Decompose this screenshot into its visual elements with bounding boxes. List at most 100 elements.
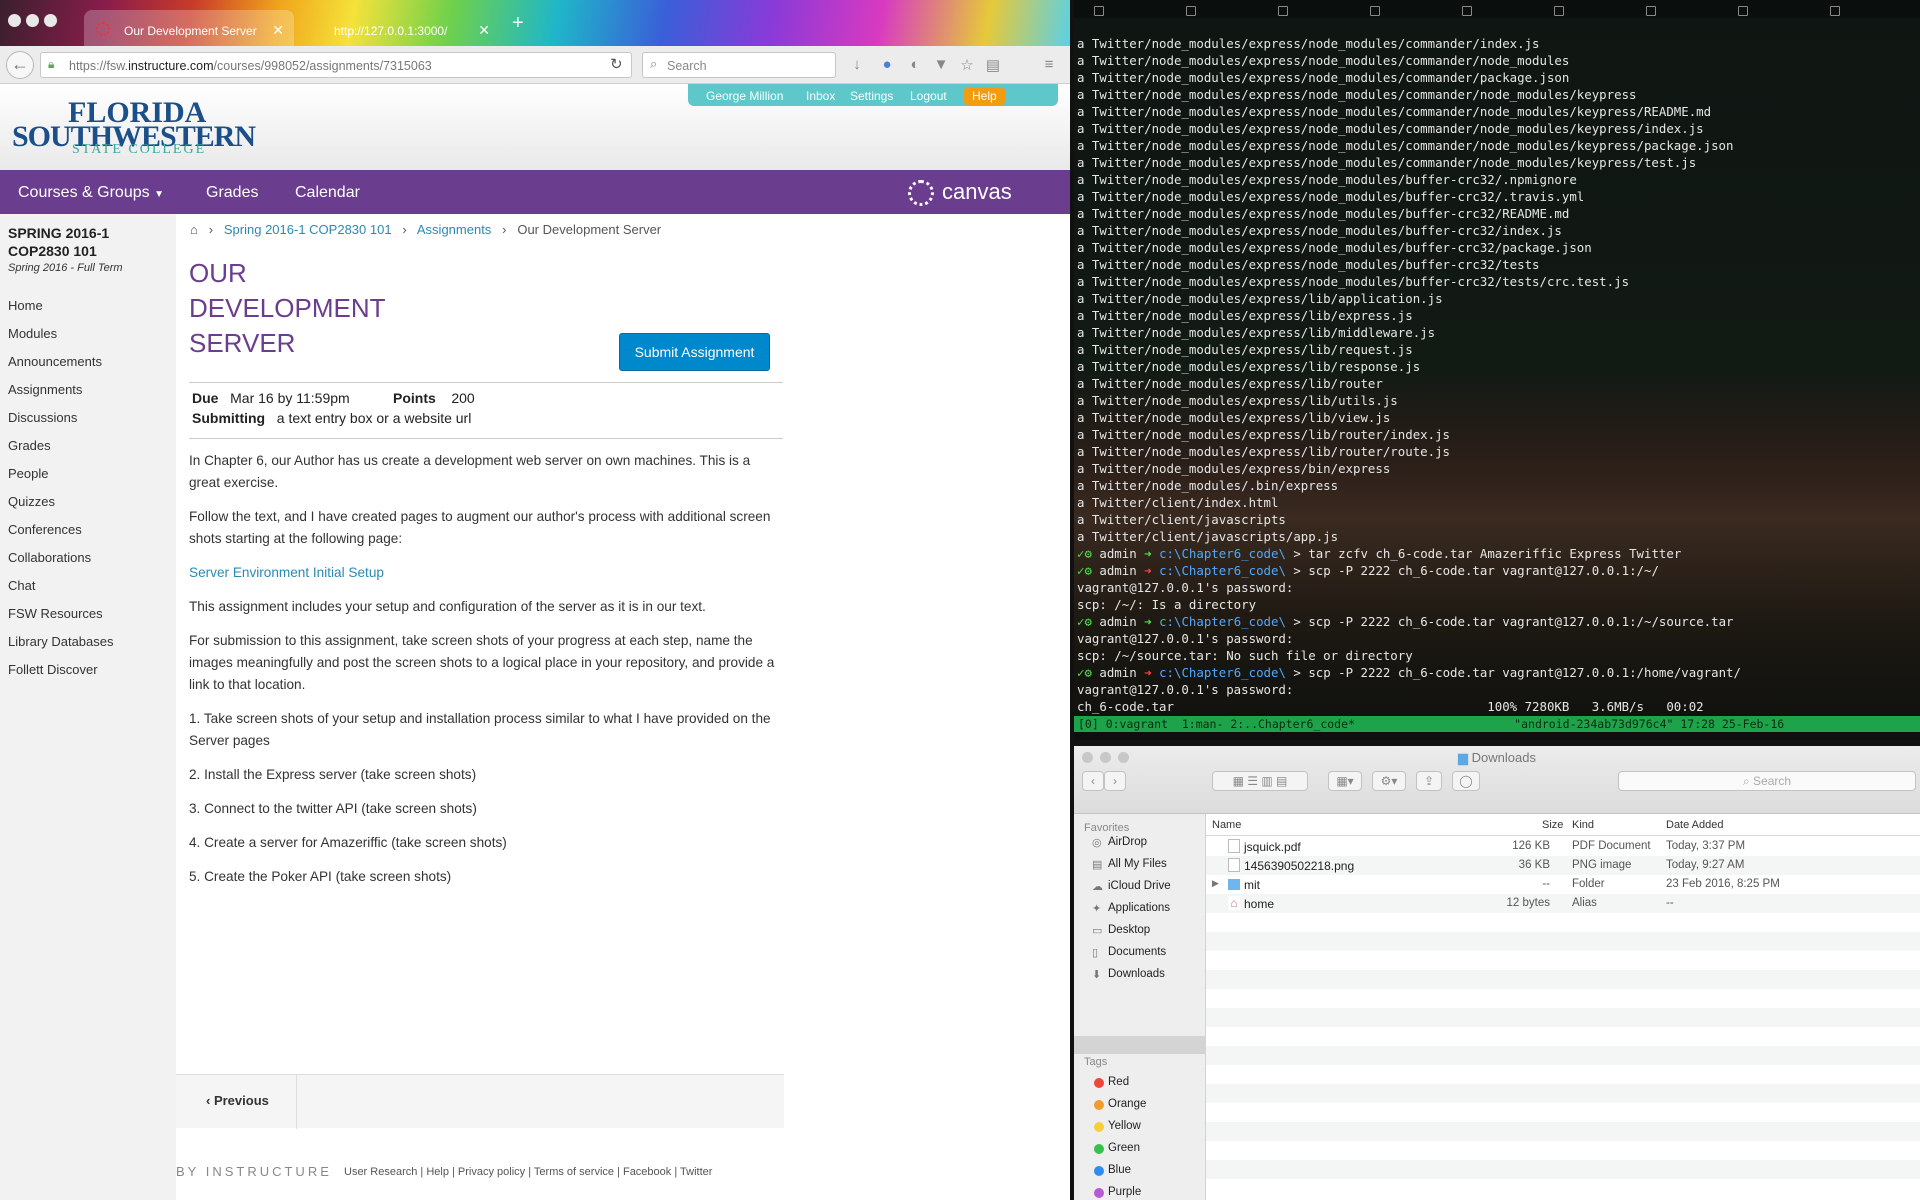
courses-groups-menu[interactable]: Courses & Groups ▼ — [18, 184, 164, 202]
submit-assignment-button[interactable]: Submit Assignment — [619, 333, 770, 371]
sidebar-tag-red[interactable]: Red — [1108, 1076, 1129, 1088]
back-button[interactable]: ← — [6, 51, 34, 79]
sidebar-tag-purple[interactable]: Purple — [1108, 1186, 1141, 1198]
grades-nav-link[interactable]: Grades — [206, 184, 258, 202]
instructure-brand[interactable]: BY INSTRUCTURE — [176, 1164, 332, 1179]
close-window-button[interactable] — [8, 14, 21, 27]
file-row[interactable]: ▶ mit -- Folder 23 Feb 2016, 8:25 PM — [1206, 875, 1920, 894]
close-tab-icon[interactable]: ✕ — [478, 22, 490, 39]
pocket-icon[interactable]: ▼ — [932, 56, 950, 74]
calendar-nav-link[interactable]: Calendar — [295, 184, 360, 202]
sidebar-item-conferences[interactable]: Conferences — [8, 522, 82, 537]
menu-icon[interactable]: ≡ — [1040, 56, 1058, 74]
extension-icon[interactable]: ◐ — [906, 56, 924, 74]
menubar-icon[interactable] — [1462, 6, 1472, 16]
logout-link[interactable]: Logout — [910, 89, 947, 103]
breadcrumb: ⌂ › Spring 2016-1 COP2830 101 › Assignme… — [190, 222, 661, 237]
sidebar-tag-green[interactable]: Green — [1108, 1142, 1140, 1154]
sidebar-item-downloads[interactable]: Downloads — [1108, 968, 1165, 980]
menubar-icon[interactable] — [1738, 6, 1748, 16]
menubar-icon[interactable] — [1646, 6, 1656, 16]
url-field[interactable]: https://fsw.instructure.com/courses/9980… — [40, 52, 632, 78]
sidebar-item-icloud-drive[interactable]: iCloud Drive — [1108, 880, 1171, 892]
column-size[interactable]: Size — [1542, 819, 1563, 831]
sidebar-item-applications[interactable]: Applications — [1108, 902, 1170, 914]
close-tab-icon[interactable]: ✕ — [272, 22, 284, 39]
sidebar-item-fsw-resources[interactable]: FSW Resources — [8, 606, 103, 621]
bookmark-star-icon[interactable]: ☆ — [958, 56, 976, 74]
sidebar-item-library-databases[interactable]: Library Databases — [8, 634, 114, 649]
sidebar-tag-yellow[interactable]: Yellow — [1108, 1120, 1141, 1132]
sidebar-item-chat[interactable]: Chat — [8, 578, 35, 593]
menubar-icon[interactable] — [1370, 6, 1380, 16]
sidebar-item-collaborations[interactable]: Collaborations — [8, 550, 91, 565]
server-setup-link[interactable]: Server Environment Initial Setup — [189, 562, 781, 584]
canvas-brand[interactable]: canvas — [942, 179, 1012, 205]
new-tab-button[interactable]: + — [512, 12, 524, 35]
column-name[interactable]: Name — [1212, 819, 1241, 831]
disclosure-triangle-icon[interactable]: ▶ — [1212, 878, 1219, 889]
column-kind[interactable]: Kind — [1572, 819, 1594, 831]
sidebar-item-all-my-files[interactable]: All My Files — [1108, 858, 1167, 870]
reload-icon[interactable]: ↻ — [610, 55, 623, 73]
share-icon[interactable]: ⇪ — [1416, 771, 1442, 791]
step-item: 4. Create a server for Amazeriffic (take… — [189, 835, 507, 850]
tab-localhost[interactable]: http://127.0.0.1:3000/ ✕ — [300, 10, 500, 46]
finder-search-input[interactable]: ⌕ Search — [1618, 771, 1916, 791]
sidebar-item-desktop[interactable]: Desktop — [1108, 924, 1150, 936]
divider — [189, 438, 783, 439]
sidebar-item-modules[interactable]: Modules — [8, 326, 57, 341]
help-button[interactable]: Help — [964, 87, 1005, 105]
sidebar-tag-orange[interactable]: Orange — [1108, 1098, 1146, 1110]
footer-links[interactable]: User Research | Help | Privacy policy | … — [344, 1166, 712, 1178]
sidebar-item-follett-discover[interactable]: Follett Discover — [8, 662, 98, 677]
inbox-link[interactable]: Inbox — [806, 89, 835, 103]
sidebar-item-home[interactable]: Home — [8, 298, 43, 313]
file-row[interactable]: 1456390502218.png 36 KB PNG image Today, 9:… — [1206, 856, 1920, 875]
view-mode-buttons[interactable]: ▦ ☰ ▥ ▤ — [1212, 771, 1308, 791]
back-button[interactable]: ‹ — [1082, 771, 1104, 791]
zoom-window-button[interactable] — [44, 14, 57, 27]
reading-list-icon[interactable]: ▤ — [984, 56, 1002, 74]
terminal-line: a Twitter/node_modules/express/node_modu… — [1077, 257, 1540, 272]
menubar-icon[interactable] — [1094, 6, 1104, 16]
sidebar-item-grades[interactable]: Grades — [8, 438, 51, 453]
sidebar-item-documents[interactable]: Documents — [1108, 946, 1166, 958]
previous-button[interactable]: ‹ Previous — [206, 1093, 269, 1108]
sidebar-item-airdrop[interactable]: AirDrop — [1108, 836, 1147, 848]
course-title[interactable]: SPRING 2016-1 COP2830 101 — [8, 224, 168, 260]
sidebar-item-people[interactable]: People — [8, 466, 48, 481]
minimize-window-button[interactable] — [26, 14, 39, 27]
user-name-link[interactable]: George Million — [706, 89, 783, 103]
breadcrumb-course[interactable]: Spring 2016-1 COP2830 101 — [224, 222, 392, 237]
tag-icon[interactable]: ◯ — [1452, 771, 1480, 791]
canvas-logo-icon — [908, 180, 934, 206]
menubar-icon[interactable] — [1278, 6, 1288, 16]
home-icon[interactable]: ⌂ — [190, 222, 198, 237]
sidebar-item-assignments[interactable]: Assignments — [8, 382, 82, 397]
tab-our-development-server[interactable]: Our Development Server ✕ — [84, 10, 294, 46]
column-date-added[interactable]: Date Added — [1666, 819, 1724, 831]
download-icon[interactable]: ↓ — [848, 56, 866, 74]
account-icon[interactable]: ● — [878, 56, 896, 74]
breadcrumb-assignments[interactable]: Assignments — [417, 222, 491, 237]
server-setup-link-text[interactable]: Server Environment Initial Setup — [189, 565, 384, 580]
sidebar-item-quizzes[interactable]: Quizzes — [8, 494, 55, 509]
search-input[interactable]: Search — [642, 52, 836, 78]
menubar-icon[interactable] — [1554, 6, 1564, 16]
action-gear-icon[interactable]: ⚙▾ — [1372, 771, 1406, 791]
terminal-line: scp: /~/: Is a directory — [1077, 597, 1257, 612]
settings-link[interactable]: Settings — [850, 89, 893, 103]
file-size: -- — [1542, 878, 1550, 890]
sidebar-tag-blue[interactable]: Blue — [1108, 1164, 1131, 1176]
file-row[interactable]: jsquick.pdf 126 KB PDF Document Today, 3:37… — [1206, 837, 1920, 856]
sidebar-item-announcements[interactable]: Announcements — [8, 354, 102, 369]
arrange-button[interactable]: ▦▾ — [1328, 771, 1362, 791]
menubar-icon[interactable] — [1186, 6, 1196, 16]
terminal-window[interactable]: a Twitter/node_modules/express/node_modu… — [1074, 0, 1920, 740]
forward-button[interactable]: › — [1104, 771, 1126, 791]
sidebar-item-discussions[interactable]: Discussions — [8, 410, 77, 425]
file-row[interactable]: ⌂ home 12 bytes Alias -- — [1206, 894, 1920, 913]
file-name: mit — [1244, 878, 1260, 892]
menubar-icon[interactable] — [1830, 6, 1840, 16]
